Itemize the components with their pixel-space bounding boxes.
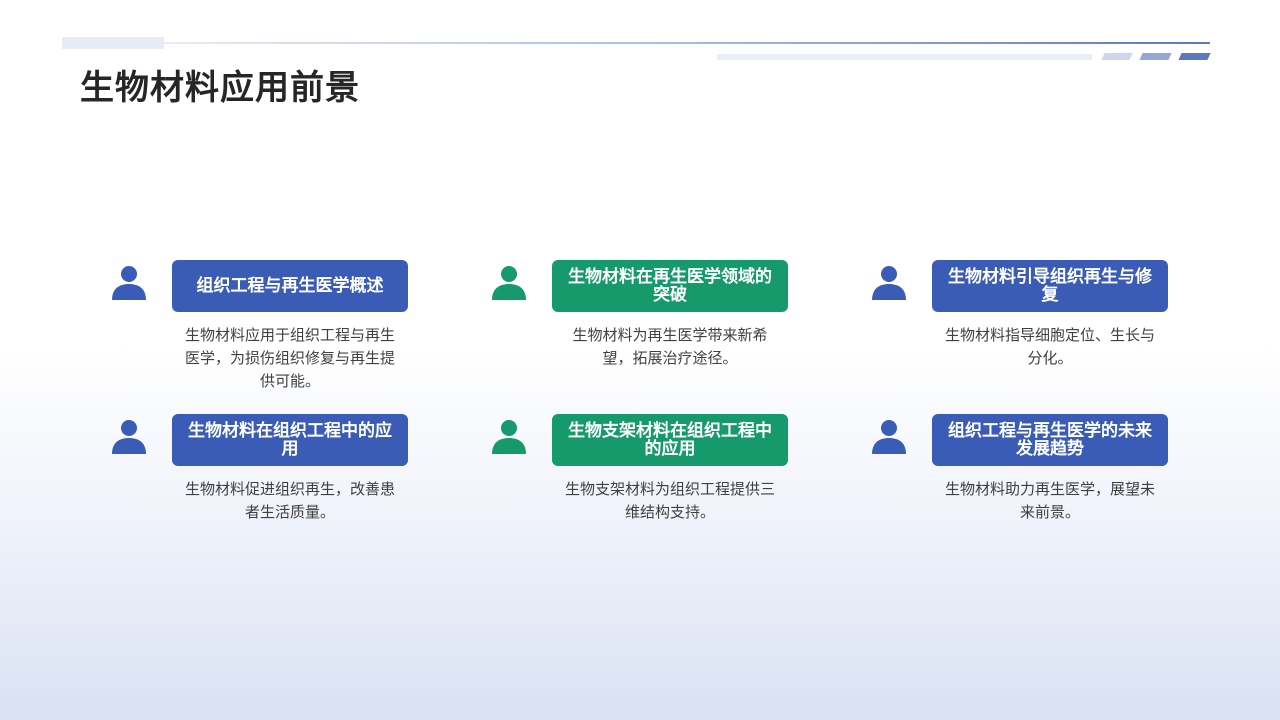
topic-description: 生物材料助力再生医学，展望未来前景。 (944, 480, 1155, 521)
topic-card: 组织工程与再生医学的未来发展趋势 生物材料助力再生医学，展望未来前景。 (870, 414, 1180, 554)
topic-description: 生物支架材料为组织工程提供三维结构支持。 (564, 480, 775, 521)
person-icon (492, 266, 526, 300)
person-icon (112, 266, 146, 300)
header-stripe (1178, 53, 1211, 60)
topic-description: 生物材料为再生医学带来新希望，拓展治疗途径。 (572, 326, 768, 367)
person-icon (492, 420, 526, 454)
header-stripe (1139, 53, 1172, 60)
topic-title: 组织工程与再生医学的未来发展趋势 (932, 414, 1168, 466)
page-title: 生物材料应用前景 (80, 68, 360, 108)
topic-title: 生物支架材料在组织工程中的应用 (552, 414, 788, 466)
topic-card: 生物支架材料在组织工程中的应用 生物支架材料为组织工程提供三维结构支持。 (490, 414, 800, 554)
topic-description: 生物材料促进组织再生，改善患者生活质量。 (184, 480, 395, 521)
person-icon (112, 420, 146, 454)
topic-title: 生物材料在再生医学领域的突破 (552, 260, 788, 312)
topic-title: 生物材料在组织工程中的应用 (172, 414, 408, 466)
person-icon (872, 266, 906, 300)
topic-card: 生物材料引导组织再生与修复 生物材料指导细胞定位、生长与分化。 (870, 260, 1180, 400)
person-icon (872, 420, 906, 454)
topic-card: 生物材料在组织工程中的应用 生物材料促进组织再生，改善患者生活质量。 (110, 414, 420, 554)
topic-title: 组织工程与再生医学概述 (172, 260, 408, 312)
topic-card: 组织工程与再生医学概述 生物材料应用于组织工程与再生医学，为损伤组织修复与再生提… (110, 260, 420, 400)
header-left-accent (62, 37, 164, 49)
topic-card: 生物材料在再生医学领域的突破 生物材料为再生医学带来新希望，拓展治疗途径。 (490, 260, 800, 400)
topic-description: 生物材料指导细胞定位、生长与分化。 (944, 326, 1155, 367)
header-right-accent (717, 54, 1092, 60)
header-stripe (1101, 53, 1133, 60)
topic-title: 生物材料引导组织再生与修复 (932, 260, 1168, 312)
header-divider-line (164, 42, 1210, 44)
topic-description: 生物材料应用于组织工程与再生医学，为损伤组织修复与再生提供可能。 (184, 326, 395, 390)
